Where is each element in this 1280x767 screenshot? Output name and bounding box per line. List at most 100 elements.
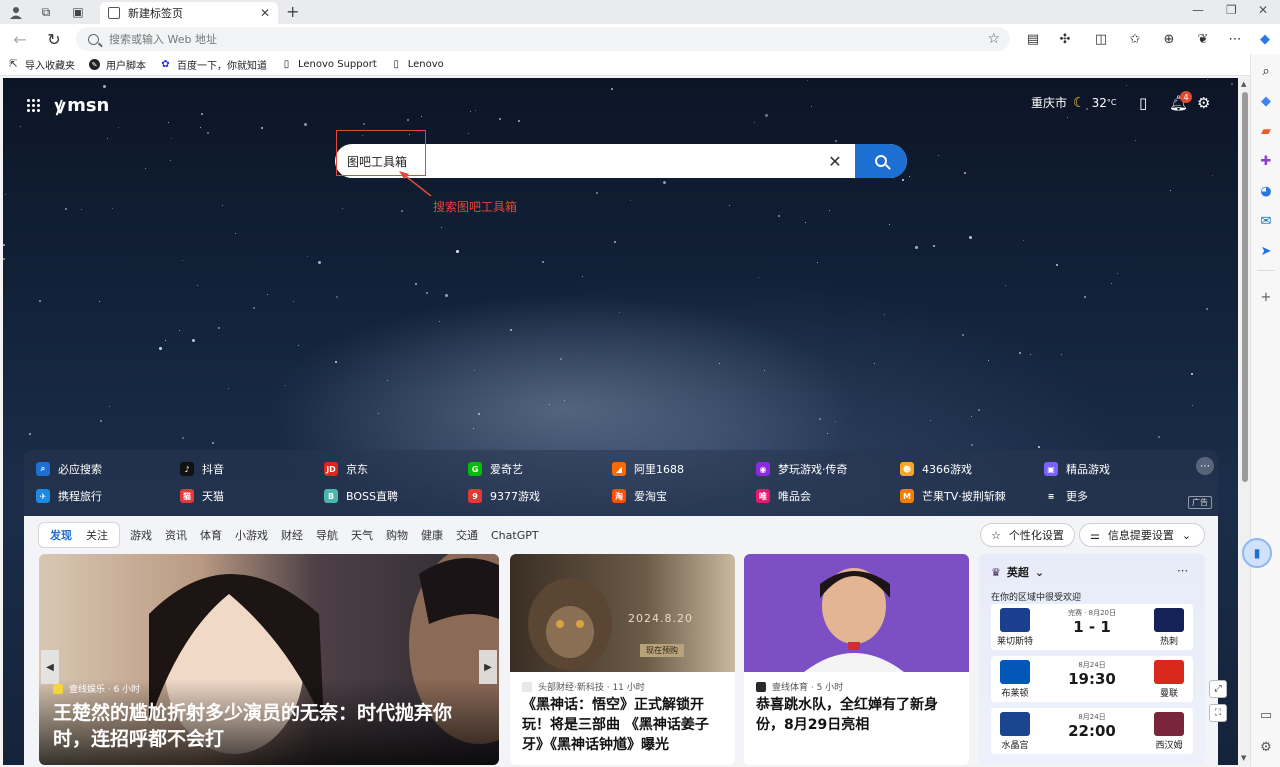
star-dot	[819, 418, 821, 420]
home-crest-icon	[1000, 660, 1030, 684]
news-card-large[interactable]: ◀ ▶ 壹线娱乐 · 6 小时 王楚然的尴尬折射多少演员的无奈：时代抛弃你时，连…	[39, 554, 499, 765]
star-dot	[1170, 190, 1171, 191]
profile-icon[interactable]	[6, 3, 26, 21]
bookmark-lenovo-support[interactable]: ▯ Lenovo Support	[281, 59, 377, 70]
tab-follow[interactable]: 关注	[79, 525, 115, 545]
msn-logo[interactable]: ꝟ msn	[55, 92, 109, 119]
news-headline[interactable]: 王楚然的尴尬折射多少演员的无奈：时代抛弃你时，连招呼都不会打	[53, 700, 483, 752]
settings-gear-icon[interactable]: ⚙	[1197, 94, 1210, 112]
address-bar[interactable]: 搜索或输入 Web 地址 ☆	[76, 27, 1010, 51]
tab-discover[interactable]: 发现	[43, 525, 79, 545]
feed-settings-button[interactable]: ⚌ 信息提要设置 ⌄	[1079, 523, 1205, 547]
phone-icon[interactable]: ▯	[1139, 94, 1147, 112]
bookmark-import[interactable]: ⇱ 导入收藏夹	[8, 57, 75, 72]
sidebar-outlook-icon[interactable]: ✉	[1257, 212, 1275, 230]
quick-link[interactable]: 淘爱淘宝	[612, 488, 667, 504]
close-window-icon[interactable]: ✕	[1258, 3, 1268, 17]
quick-link[interactable]: ▣ 精品游戏	[1044, 461, 1110, 477]
fullscreen-icon[interactable]: ⛶	[1209, 704, 1227, 722]
quick-link[interactable]: ⌕ 必应搜索	[36, 461, 102, 477]
quick-link[interactable]: ✈ 携程旅行	[36, 488, 102, 504]
expand-image-icon[interactable]: ⤢	[1209, 680, 1227, 698]
sidebar-tag-icon[interactable]: ◆	[1257, 92, 1275, 110]
bookmark-lenovo[interactable]: ▯ Lenovo	[391, 59, 443, 70]
apps-grid-icon[interactable]	[27, 98, 41, 113]
category-games[interactable]: 游戏	[130, 527, 152, 543]
quick-link[interactable]: G 爱奇艺	[468, 461, 523, 477]
category-health[interactable]: 健康	[421, 527, 443, 543]
copilot-icon[interactable]: ◆	[1256, 30, 1274, 48]
clear-search-icon[interactable]: ✕	[815, 152, 855, 171]
match-score-value: 22:00	[1068, 722, 1116, 740]
sidebar-send-icon[interactable]: ➤	[1257, 242, 1275, 260]
quick-link[interactable]: M 芒果TV·披荆斩棘	[900, 488, 1006, 504]
sidebar-settings-icon[interactable]: ⚙	[1257, 738, 1275, 756]
minimize-icon[interactable]: —	[1192, 3, 1204, 17]
match-row[interactable]: 水晶宫 8月24日 22:00 西汉姆	[991, 708, 1193, 754]
weather-widget[interactable]: 重庆市 ☾ 32 °C	[1031, 94, 1116, 111]
sidebar-m365-icon[interactable]: ◕	[1257, 182, 1275, 200]
category-navigation[interactable]: 导航	[316, 527, 338, 543]
category-traffic[interactable]: 交通	[456, 527, 478, 543]
quick-link[interactable]: ◢ 阿里1688	[612, 461, 684, 477]
extensions-icon[interactable]: ✣	[1056, 30, 1074, 48]
category-chatgpt[interactable]: ChatGPT	[491, 529, 539, 542]
match-row[interactable]: 莱切斯特 完赛 · 8月20日 1 - 1 热刺	[991, 604, 1193, 650]
refresh-icon[interactable]: ↻	[44, 29, 64, 49]
performance-icon[interactable]: ❦	[1194, 30, 1212, 48]
league-selector[interactable]: ♛ 英超 ⌄	[991, 564, 1044, 580]
category-shopping[interactable]: 购物	[386, 527, 408, 543]
category-weather[interactable]: 天气	[351, 527, 373, 543]
menu-dots-icon[interactable]: ⋯	[1226, 30, 1244, 48]
reading-view-icon[interactable]: ◫	[1092, 30, 1110, 48]
star-dot	[758, 277, 759, 278]
news-card[interactable]: 壹线体育 · 5 小时 恭喜跳水队，全红婵有了新身份，8月29日亮相	[744, 554, 969, 765]
scrollbar-thumb[interactable]	[1242, 92, 1248, 482]
feedback-icon[interactable]: ▮	[1242, 538, 1272, 568]
quick-link[interactable]: ◉ 梦玩游戏·传奇	[756, 461, 848, 477]
sidebar-search-icon[interactable]: ⌕	[1257, 62, 1275, 80]
news-card[interactable]: 2024.8.20 现在预购 头部财经·新科技 · 11 小时 《黑神话：悟空》…	[510, 554, 735, 765]
back-icon[interactable]: ←	[10, 29, 30, 49]
collections-icon[interactable]: ⊕	[1160, 30, 1178, 48]
favorite-star-icon[interactable]: ☆	[987, 31, 1000, 47]
match-row[interactable]: 布莱顿 8月24日 19:30 曼联	[991, 656, 1193, 702]
tab-close-icon[interactable]: ✕	[260, 6, 270, 20]
page-scrollbar[interactable]: ▲ ▼	[1240, 78, 1250, 765]
scroll-up-icon[interactable]: ▲	[1241, 80, 1246, 88]
quick-link[interactable]: B BOSS直聘	[324, 488, 398, 504]
split-screen-icon[interactable]: ▤	[1024, 30, 1042, 48]
category-news[interactable]: 资讯	[165, 527, 187, 543]
carousel-next-button[interactable]: ▶	[479, 650, 497, 684]
quick-link[interactable]: JD 京东	[324, 461, 368, 477]
bookmark-baidu[interactable]: ✿ 百度一下，你就知道	[160, 57, 267, 72]
quick-link[interactable]: ☻ 4366游戏	[900, 461, 972, 477]
category-minigames[interactable]: 小游戏	[235, 527, 268, 543]
workspaces-icon[interactable]: ⧉	[36, 3, 56, 21]
sidebar-screen-icon[interactable]: ▭	[1257, 706, 1275, 724]
news-headline[interactable]: 恭喜跳水队，全红婵有了新身份，8月29日亮相	[756, 695, 961, 735]
personalize-button[interactable]: ☆ 个性化设置	[980, 523, 1075, 547]
search-button[interactable]	[855, 144, 907, 178]
tab-new-tab[interactable]: 新建标签页 ✕	[100, 2, 278, 24]
category-sports[interactable]: 体育	[200, 527, 222, 543]
quick-link[interactable]: ≡ 更多	[1044, 488, 1088, 504]
quick-link[interactable]: 9 9377游戏	[468, 488, 540, 504]
news-headline[interactable]: 《黑神话：悟空》正式解锁开玩！将是三部曲 《黑神话姜子牙》《黑神话钟馗》曝光	[522, 695, 727, 755]
restore-icon[interactable]: ❐	[1226, 3, 1237, 17]
sidebar-add-icon[interactable]: +	[1257, 288, 1275, 306]
quick-links-more-icon[interactable]: ⋯	[1196, 457, 1214, 475]
scroll-down-icon[interactable]: ▼	[1241, 754, 1246, 762]
quick-link[interactable]: 猫天猫	[180, 488, 224, 504]
carousel-prev-button[interactable]: ◀	[41, 650, 59, 684]
quick-link[interactable]: 唯唯品会	[756, 488, 811, 504]
favorites-icon[interactable]: ✩	[1126, 30, 1144, 48]
vertical-tabs-icon[interactable]: ▣	[68, 3, 88, 21]
sidebar-games-icon[interactable]: ✚	[1257, 152, 1275, 170]
bookmark-userscript[interactable]: ✎ 用户脚本	[89, 57, 146, 72]
sidebar-toolbox-icon[interactable]: ▰	[1257, 122, 1275, 140]
new-tab-button[interactable]: +	[286, 2, 299, 21]
sports-more-icon[interactable]: ⋯	[1177, 564, 1188, 577]
quick-link[interactable]: ♪ 抖音	[180, 461, 224, 477]
category-finance[interactable]: 财经	[281, 527, 303, 543]
